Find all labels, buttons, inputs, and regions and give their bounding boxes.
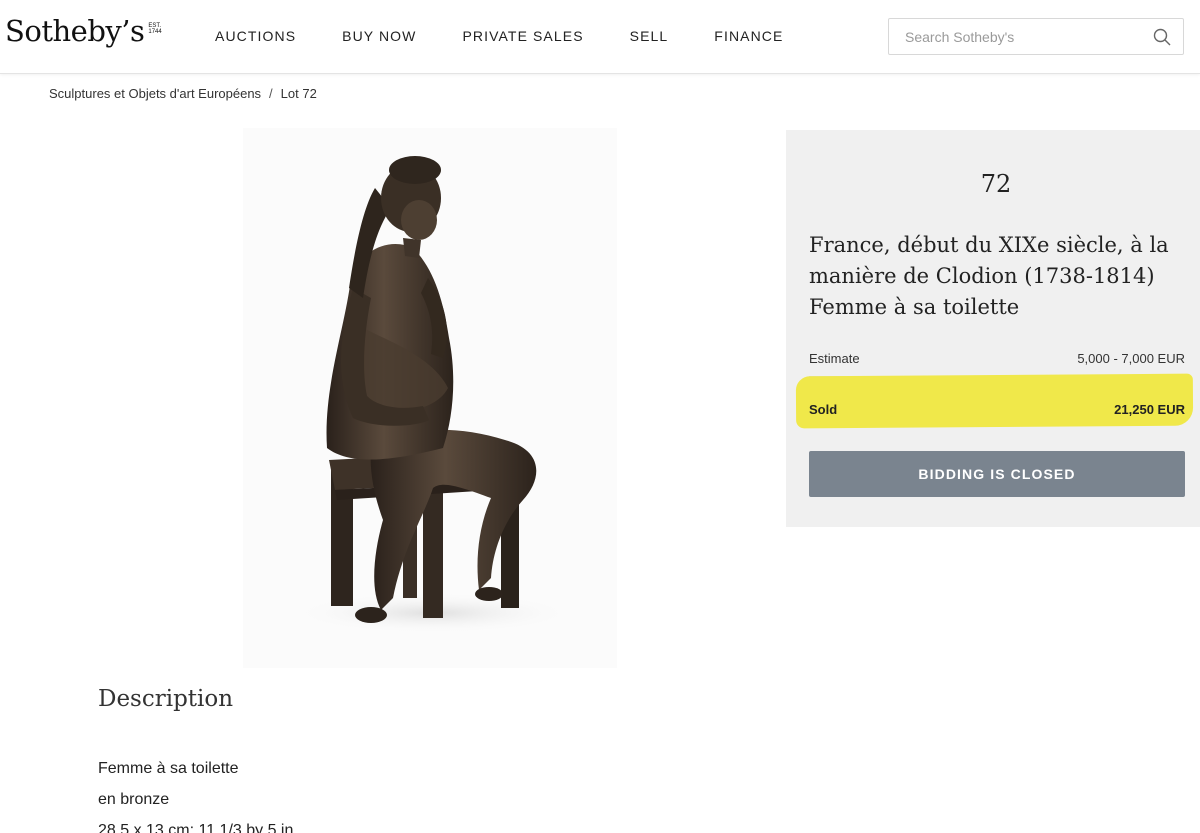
main-nav: AUCTIONS BUY NOW PRIVATE SALES SELL FINA…	[215, 28, 829, 44]
logo-established-mark: EST. 1744	[148, 23, 161, 35]
site-header: Sotheby’s EST. 1744 AUCTIONS BUY NOW PRI…	[0, 0, 1200, 74]
breadcrumb: Sculptures et Objets d'art Européens / L…	[49, 86, 317, 101]
sold-highlight-marker	[795, 373, 1194, 429]
breadcrumb-sale-link[interactable]: Sculptures et Objets d'art Européens	[49, 86, 261, 101]
bronze-sculpture-image	[283, 156, 583, 635]
lot-title-line: France, début du XIXe siècle, à la	[809, 233, 1169, 257]
sold-label: Sold	[809, 402, 838, 417]
breadcrumb-separator: /	[269, 86, 273, 101]
search-icon[interactable]	[1153, 28, 1171, 46]
estimate-row: Estimate 5,000 - 7,000 EUR	[809, 351, 1185, 366]
sold-price: 21,250 EUR	[1114, 402, 1185, 417]
search-input[interactable]	[889, 19, 1149, 54]
lot-info-panel: 72 France, début du XIXe siècle, à la ma…	[786, 130, 1200, 527]
lot-number: 72	[980, 170, 1012, 198]
description-line: en bronze	[98, 791, 170, 808]
lot-title: France, début du XIXe siècle, à la maniè…	[809, 230, 1179, 323]
description-text: Femme à sa toilette en bronze 28,5 x 13 …	[98, 753, 298, 833]
lot-title-line: Femme à sa toilette	[809, 295, 1020, 319]
logo-wordmark: Sotheby’s	[5, 14, 145, 48]
description-line: 28,5 x 13 cm; 11 1/3 by 5 in.	[98, 822, 298, 833]
lot-image[interactable]	[243, 128, 617, 668]
breadcrumb-lot: Lot 72	[280, 86, 317, 101]
nav-auctions[interactable]: AUCTIONS	[215, 28, 296, 44]
logo-est-year: 1744	[148, 29, 162, 35]
sothebys-logo[interactable]: Sotheby’s EST. 1744	[5, 14, 162, 48]
search-box	[888, 18, 1184, 55]
nav-buy-now[interactable]: BUY NOW	[342, 28, 416, 44]
description-heading: Description	[98, 686, 234, 712]
nav-private-sales[interactable]: PRIVATE SALES	[462, 28, 583, 44]
bidding-closed-button[interactable]: BIDDING IS CLOSED	[809, 451, 1185, 497]
estimate-value: 5,000 - 7,000 EUR	[1077, 351, 1185, 366]
estimate-label: Estimate	[809, 351, 860, 366]
sold-row: Sold 21,250 EUR	[809, 402, 1185, 417]
nav-sell[interactable]: SELL	[630, 28, 669, 44]
lot-title-line: manière de Clodion (1738-1814)	[809, 264, 1155, 288]
description-line: Femme à sa toilette	[98, 760, 239, 777]
nav-finance[interactable]: FINANCE	[714, 28, 783, 44]
